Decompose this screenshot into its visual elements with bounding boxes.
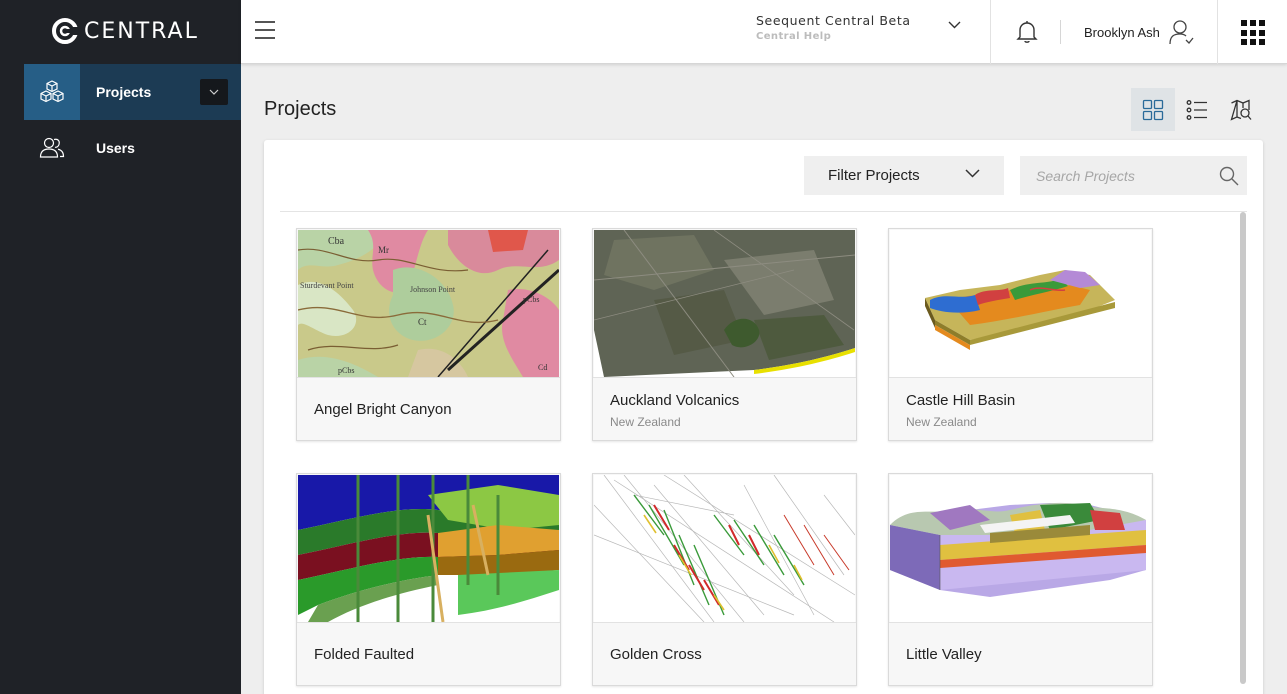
page-title: Projects bbox=[264, 98, 337, 120]
project-info: Angel Bright Canyon bbox=[297, 377, 560, 440]
project-location: New Zealand bbox=[906, 415, 977, 429]
help-link[interactable]: Central Help bbox=[756, 31, 961, 42]
project-info: Auckland Volcanics New Zealand bbox=[593, 377, 856, 440]
map-label: Cba bbox=[328, 236, 345, 247]
grid-view-button[interactable] bbox=[1131, 88, 1175, 131]
top-header: Seequent Central Beta Central Help Brook… bbox=[241, 0, 1287, 64]
project-name: Golden Cross bbox=[610, 646, 702, 663]
chevron-down-icon bbox=[209, 89, 219, 95]
users-icon bbox=[39, 137, 65, 158]
search-icon[interactable] bbox=[1219, 166, 1239, 186]
header-divider bbox=[1217, 0, 1218, 64]
chevron-down-icon bbox=[965, 169, 980, 178]
project-card-folded-faulted[interactable]: Folded Faulted bbox=[296, 473, 561, 686]
projects-panel: Filter Projects Search Projects Cba Mr S… bbox=[264, 140, 1263, 694]
chevron-down-icon bbox=[948, 21, 961, 29]
sidebar: CENTRAL Projects Users bbox=[0, 0, 241, 694]
organization-switcher[interactable]: Seequent Central Beta Central Help bbox=[756, 13, 961, 49]
org-title: Seequent Central Beta bbox=[756, 13, 911, 28]
filter-label: Filter Projects bbox=[828, 167, 920, 184]
header-divider bbox=[990, 0, 991, 64]
cubes-icon bbox=[40, 80, 64, 103]
user-menu[interactable]: Brooklyn Ash bbox=[1084, 16, 1196, 48]
map-view-button[interactable] bbox=[1219, 88, 1263, 131]
grid-view-icon bbox=[1142, 99, 1164, 120]
project-info: Folded Faulted bbox=[297, 622, 560, 685]
header-separator bbox=[1060, 20, 1061, 44]
filter-projects-dropdown[interactable]: Filter Projects bbox=[804, 156, 1004, 195]
central-logo[interactable]: CENTRAL bbox=[52, 14, 199, 48]
project-info: Golden Cross bbox=[593, 622, 856, 685]
project-thumbnail bbox=[298, 475, 559, 622]
projects-expand-button[interactable] bbox=[200, 79, 228, 105]
project-name: Castle Hill Basin bbox=[906, 392, 1016, 409]
users-icon-box bbox=[24, 120, 80, 176]
search-box bbox=[1020, 156, 1247, 195]
apps-grid-icon[interactable] bbox=[1241, 20, 1267, 46]
project-name: Little Valley bbox=[906, 646, 982, 663]
project-thumbnail: Cba Mr Sturdevant Point Johnson Point Ct… bbox=[298, 230, 559, 377]
map-label: pCbs bbox=[523, 295, 539, 304]
map-view-icon bbox=[1230, 99, 1252, 121]
list-view-icon bbox=[1186, 99, 1207, 120]
project-name: Auckland Volcanics bbox=[610, 392, 740, 409]
project-location: New Zealand bbox=[610, 415, 681, 429]
project-thumbnail bbox=[890, 230, 1151, 377]
project-name: Folded Faulted bbox=[314, 646, 415, 663]
menu-icon[interactable] bbox=[255, 21, 277, 43]
central-logo-icon bbox=[52, 18, 78, 44]
map-label: Johnson Point bbox=[410, 285, 456, 294]
divider bbox=[280, 211, 1247, 212]
map-label: Sturdevant Point bbox=[300, 281, 354, 290]
list-view-button[interactable] bbox=[1175, 88, 1219, 131]
view-toggle-group bbox=[1131, 88, 1263, 131]
search-input[interactable] bbox=[1020, 156, 1200, 195]
map-label: Mr bbox=[378, 245, 389, 255]
project-thumbnail bbox=[594, 230, 855, 377]
project-card-little-valley[interactable]: Little Valley bbox=[888, 473, 1153, 686]
notifications-bell-icon[interactable] bbox=[1016, 20, 1038, 44]
scrollbar[interactable] bbox=[1240, 212, 1246, 684]
user-name: Brooklyn Ash bbox=[1084, 24, 1160, 40]
logo-text: CENTRAL bbox=[84, 18, 199, 44]
project-name: Angel Bright Canyon bbox=[314, 401, 452, 418]
project-card-golden-cross[interactable]: Golden Cross bbox=[592, 473, 857, 686]
map-label: Cd bbox=[538, 363, 547, 372]
project-card-angel-bright-canyon[interactable]: Cba Mr Sturdevant Point Johnson Point Ct… bbox=[296, 228, 561, 441]
project-info: Castle Hill Basin New Zealand bbox=[889, 377, 1152, 440]
project-card-castle-hill-basin[interactable]: Castle Hill Basin New Zealand bbox=[888, 228, 1153, 441]
cubes-icon-box bbox=[24, 64, 80, 120]
sidebar-item-label: Projects bbox=[96, 84, 152, 100]
sidebar-item-users[interactable]: Users bbox=[24, 120, 241, 176]
sidebar-item-projects[interactable]: Projects bbox=[24, 64, 241, 120]
project-thumbnail bbox=[890, 475, 1151, 622]
project-card-auckland-volcanics[interactable]: Auckland Volcanics New Zealand bbox=[592, 228, 857, 441]
map-label: pCbs bbox=[338, 366, 354, 375]
sidebar-item-label: Users bbox=[96, 140, 135, 156]
map-label: Ct bbox=[418, 317, 427, 327]
project-info: Little Valley bbox=[889, 622, 1152, 685]
user-icon bbox=[1169, 20, 1194, 45]
project-thumbnail bbox=[594, 475, 855, 622]
